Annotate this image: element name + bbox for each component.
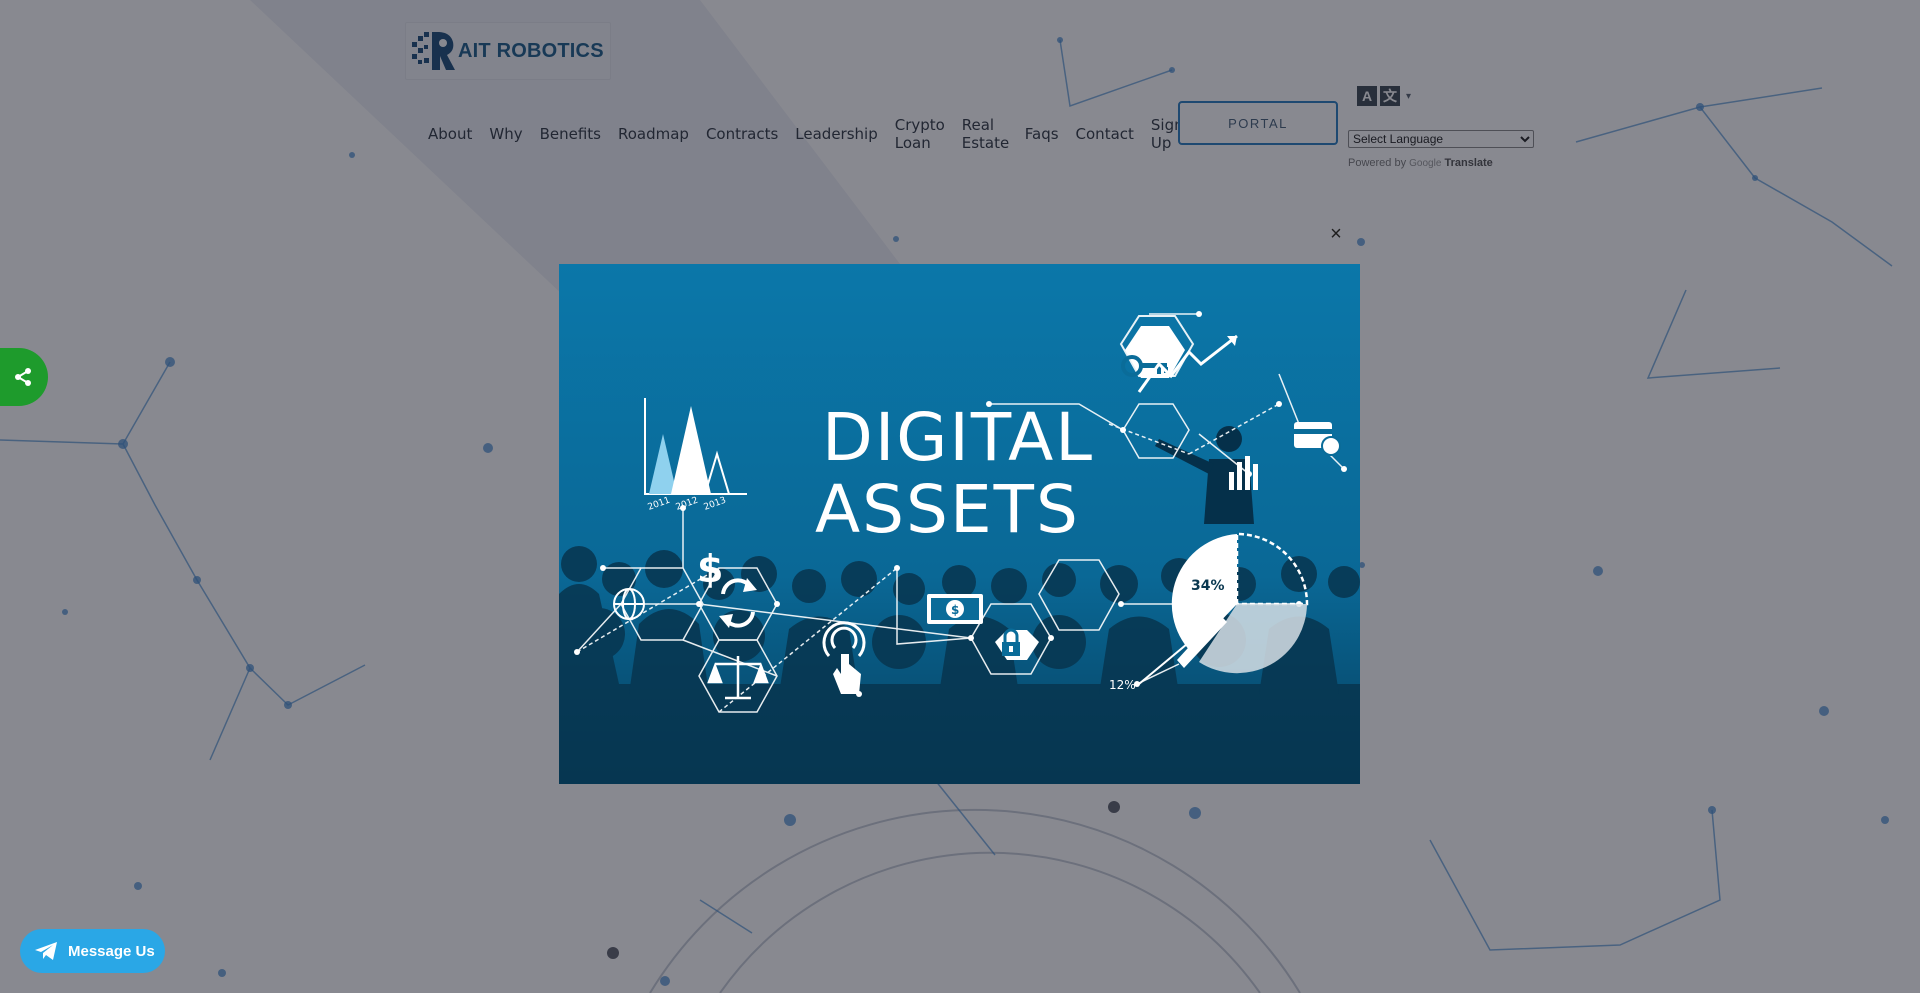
dollar-icon: $ xyxy=(697,547,723,591)
telegram-icon xyxy=(35,942,57,960)
popup-image: 2011 2012 2013 DIGITAL ASSETS $ $ 34% 12… xyxy=(559,264,1360,784)
modal-title-line2: ASSETS xyxy=(815,471,1080,548)
pie-label-12: 12% xyxy=(1109,678,1136,692)
close-icon[interactable]: × xyxy=(1327,224,1345,244)
share-icon xyxy=(15,368,31,386)
svg-text:$: $ xyxy=(951,603,959,617)
modal-title-line1: DIGITAL xyxy=(822,399,1094,476)
digital-assets-illustration: 2011 2012 2013 DIGITAL ASSETS $ $ 34% 12… xyxy=(559,264,1360,784)
pie-label-34: 34% xyxy=(1191,578,1225,594)
cash-icon: $ xyxy=(927,594,983,624)
message-us-label: Message Us xyxy=(68,942,155,960)
message-us-button[interactable]: Message Us xyxy=(20,929,165,973)
